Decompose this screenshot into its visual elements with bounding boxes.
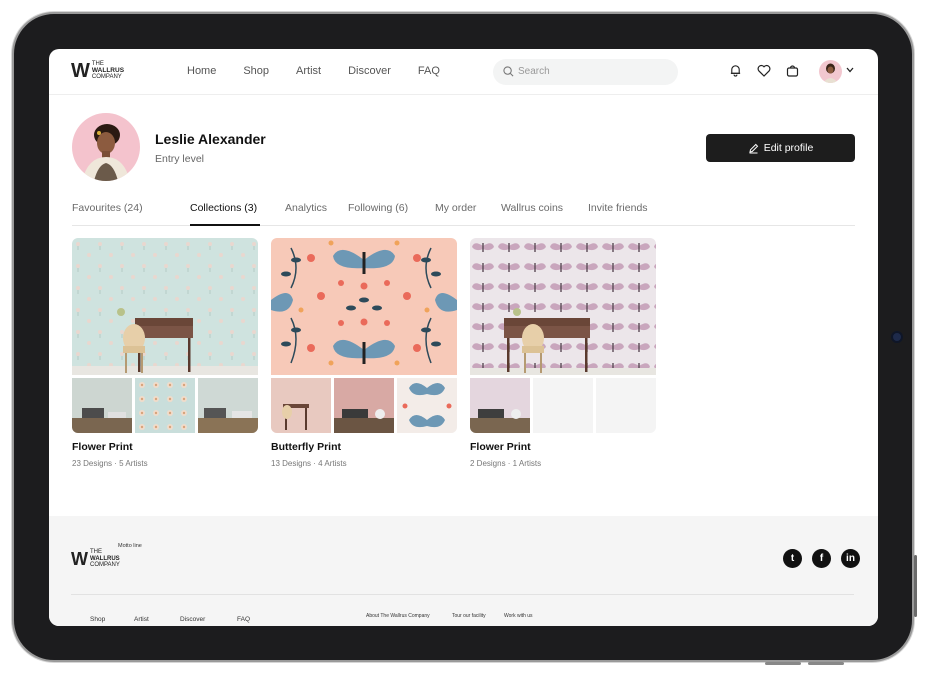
collection-cover[interactable] <box>72 238 258 375</box>
volume-button <box>808 662 844 665</box>
design-thumbnail[interactable] <box>334 378 394 433</box>
logo-line: COMPANY <box>91 74 122 81</box>
footer-link-tour[interactable]: Tour our facility <box>452 613 486 619</box>
twitter-icon[interactable]: t <box>783 549 802 568</box>
logo-text: THE WALLRUS COMPANY <box>90 549 120 569</box>
side-button <box>914 555 917 617</box>
nav-artist[interactable]: Artist <box>296 65 321 77</box>
edit-profile-label: Edit profile <box>763 142 814 154</box>
logo-mark: W <box>71 548 88 569</box>
chevron-down-icon[interactable] <box>846 67 854 73</box>
search-icon <box>503 66 514 77</box>
logo-line: THE <box>90 549 102 555</box>
footer-divider <box>71 594 854 595</box>
top-bar: W THE WALLRUS COMPANY Home Shop Artist D… <box>49 49 878 95</box>
logo-mark: W <box>71 60 90 82</box>
tab-following[interactable]: Following (6) <box>348 202 408 214</box>
design-thumbnail[interactable] <box>271 378 331 433</box>
profile-tabs: Favourites (24) Collections (3) Analytic… <box>72 202 855 226</box>
empty-thumbnail <box>533 378 593 433</box>
volume-button <box>765 662 801 665</box>
footer: Motto line W THE WALLRUS COMPANY t f in … <box>49 516 878 626</box>
collection-title[interactable]: Flower Print <box>470 441 656 453</box>
app-screen: W THE WALLRUS COMPANY Home Shop Artist D… <box>49 49 878 626</box>
collection-card[interactable]: Flower Print 23 Designs · 5 Artists <box>72 238 258 468</box>
tab-invite-friends[interactable]: Invite friends <box>588 202 648 214</box>
logo-text: THE WALLRUS COMPANY <box>92 61 124 81</box>
collection-cover[interactable] <box>470 238 656 375</box>
profile-avatar <box>72 113 140 181</box>
profile-level: Entry level <box>155 153 205 165</box>
collection-title[interactable]: Butterfly Print <box>271 441 457 453</box>
collection-title[interactable]: Flower Print <box>72 441 258 453</box>
tab-favourites[interactable]: Favourites (24) <box>72 202 143 214</box>
collection-card[interactable]: Butterfly Print 13 Designs · 4 Artists <box>271 238 457 468</box>
logo-line: COMPANY <box>90 562 120 568</box>
logo-line: WALLRUS <box>91 66 125 74</box>
edit-profile-button[interactable]: Edit profile <box>706 134 855 162</box>
collection-meta: 2 Designs · 1 Artists <box>470 459 542 468</box>
design-thumbnail[interactable] <box>72 378 132 433</box>
tab-collections[interactable]: Collections (3) <box>190 202 257 214</box>
nav-faq[interactable]: FAQ <box>418 65 440 77</box>
collection-card[interactable]: Flower Print 2 Designs · 1 Artists <box>470 238 656 468</box>
header-actions <box>729 64 814 77</box>
footer-link-about[interactable]: About The Wallrus Company <box>366 613 430 619</box>
tab-my-order[interactable]: My order <box>435 202 476 214</box>
design-thumbnail[interactable] <box>397 378 457 433</box>
bag-icon[interactable] <box>786 64 799 77</box>
logo-line: WALLRUS <box>90 555 120 562</box>
heart-icon[interactable] <box>757 64 771 77</box>
footer-link-shop[interactable]: Shop <box>90 616 105 623</box>
nav-discover[interactable]: Discover <box>348 65 391 77</box>
edit-icon <box>749 143 758 153</box>
social-links: t f in <box>773 549 860 568</box>
collection-thumbnails <box>470 378 656 433</box>
brand-logo[interactable]: W THE WALLRUS COMPANY <box>71 61 124 81</box>
facebook-icon[interactable]: f <box>812 549 831 568</box>
search-input[interactable]: Search <box>493 59 678 85</box>
search-placeholder: Search <box>518 66 550 77</box>
main-nav: Home Shop Artist Discover FAQ <box>187 65 467 77</box>
collection-meta: 13 Designs · 4 Artists <box>271 459 347 468</box>
footer-link-discover[interactable]: Discover <box>180 616 205 623</box>
bell-icon[interactable] <box>729 64 742 77</box>
profile-name: Leslie Alexander <box>155 131 266 147</box>
tab-analytics[interactable]: Analytics <box>285 202 327 214</box>
footer-link-work[interactable]: Work with us <box>504 613 533 619</box>
collection-meta: 23 Designs · 5 Artists <box>72 459 148 468</box>
empty-thumbnail <box>596 378 656 433</box>
linkedin-icon[interactable]: in <box>841 549 860 568</box>
design-thumbnail[interactable] <box>135 378 195 433</box>
avatar[interactable] <box>819 60 842 83</box>
footer-link-faq[interactable]: FAQ <box>237 616 250 623</box>
footer-link-artist[interactable]: Artist <box>134 616 149 623</box>
tab-wallrus-coins[interactable]: Wallrus coins <box>501 202 563 214</box>
nav-home[interactable]: Home <box>187 65 216 77</box>
camera <box>891 331 903 343</box>
collection-thumbnails <box>72 378 258 433</box>
active-tab-indicator <box>190 224 260 226</box>
design-thumbnail[interactable] <box>198 378 258 433</box>
footer-motto: Motto line <box>118 543 142 549</box>
collection-thumbnails <box>271 378 457 433</box>
design-thumbnail[interactable] <box>470 378 530 433</box>
footer-logo[interactable]: W THE WALLRUS COMPANY <box>71 549 120 569</box>
nav-shop[interactable]: Shop <box>243 65 269 77</box>
collection-cover[interactable] <box>271 238 457 375</box>
